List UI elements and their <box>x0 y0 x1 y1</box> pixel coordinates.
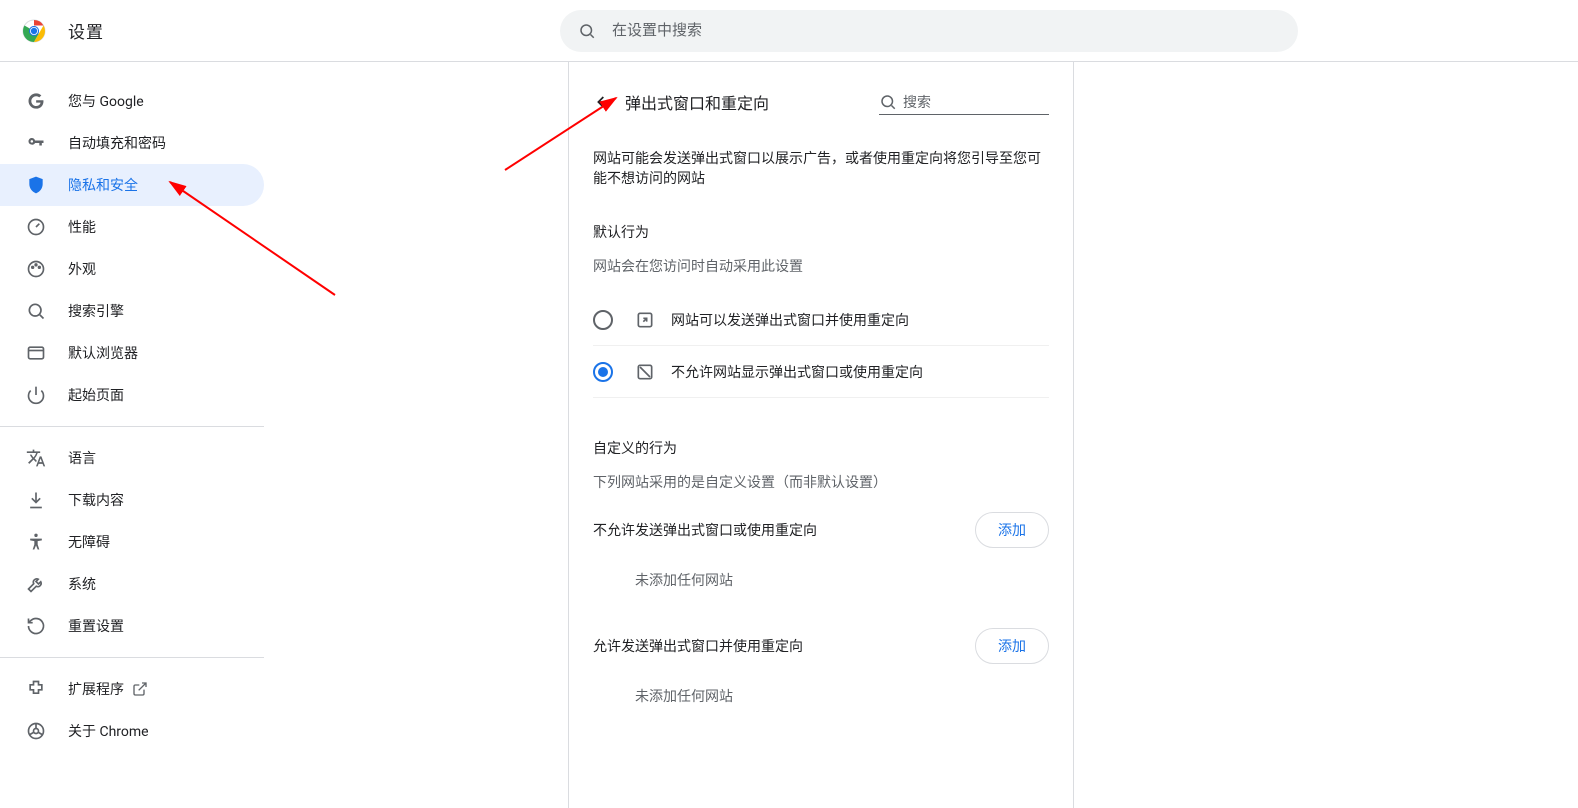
sidebar-item-label: 语言 <box>68 448 96 468</box>
radio-unchecked-icon <box>593 310 613 330</box>
allow-list-title: 允许发送弹出式窗口并使用重定向 <box>593 636 803 656</box>
page-search[interactable] <box>879 90 1049 115</box>
sidebar-item-autofill[interactable]: 自动填充和密码 <box>0 122 264 164</box>
search-icon <box>879 93 897 111</box>
page-title: 弹出式窗口和重定向 <box>625 90 769 114</box>
accessibility-icon <box>26 532 46 552</box>
page-description: 网站可能会发送弹出式窗口以展示广告，或者使用重定向将您引导至您可能不想访问的网站 <box>593 148 1049 188</box>
sidebar-item-reset[interactable]: 重置设置 <box>0 605 264 647</box>
sidebar-item-label: 扩展程序 <box>68 679 124 699</box>
shield-icon <box>26 175 46 195</box>
custom-behavior-title: 自定义的行为 <box>593 438 1049 458</box>
speedometer-icon <box>26 217 46 237</box>
sidebar-item-privacy[interactable]: 隐私和安全 <box>0 164 264 206</box>
sidebar-item-extensions[interactable]: 扩展程序 <box>0 668 264 710</box>
sidebar-item-label: 系统 <box>68 574 96 594</box>
custom-behavior-sub: 下列网站采用的是自定义设置（而非默认设置） <box>593 472 1049 492</box>
sidebar-item-label: 隐私和安全 <box>68 175 138 195</box>
sidebar-item-appearance[interactable]: 外观 <box>0 248 264 290</box>
sidebar-item-on-startup[interactable]: 起始页面 <box>0 374 264 416</box>
radio-block-label: 不允许网站显示弹出式窗口或使用重定向 <box>671 362 923 382</box>
global-search[interactable] <box>560 10 1298 52</box>
sidebar-item-search-engine[interactable]: 搜索引擎 <box>0 290 264 332</box>
sidebar-item-label: 重置设置 <box>68 616 124 636</box>
radio-checked-icon <box>593 362 613 382</box>
add-block-site-button[interactable]: 添加 <box>975 512 1049 548</box>
open-in-new-icon <box>132 681 148 697</box>
palette-icon <box>26 259 46 279</box>
sidebar-item-system[interactable]: 系统 <box>0 563 264 605</box>
sidebar-item-label: 无障碍 <box>68 532 110 552</box>
key-icon <box>26 133 46 153</box>
sidebar-item-label: 搜索引擎 <box>68 301 124 321</box>
main-panel: 弹出式窗口和重定向 网站可能会发送弹出式窗口以展示广告，或者使用重定向将您引导至… <box>569 62 1073 808</box>
default-behavior-sub: 网站会在您访问时自动采用此设置 <box>593 256 1049 276</box>
allow-list-empty: 未添加任何网站 <box>593 664 1049 716</box>
google-g-icon <box>26 91 46 111</box>
app-title: 设置 <box>68 18 104 43</box>
sidebar-item-about[interactable]: 关于 Chrome <box>0 710 264 752</box>
translate-icon <box>26 448 46 468</box>
sidebar-item-label: 性能 <box>68 217 96 237</box>
sidebar-divider <box>0 657 264 658</box>
sidebar-item-label: 关于 Chrome <box>68 721 149 741</box>
browser-icon <box>26 343 46 363</box>
sidebar-item-accessibility[interactable]: 无障碍 <box>0 521 264 563</box>
sidebar-item-label: 下载内容 <box>68 490 124 510</box>
sidebar-item-label: 您与 Google <box>68 91 144 111</box>
block-list-empty: 未添加任何网站 <box>593 548 1049 600</box>
sidebar-item-you-and-google[interactable]: 您与 Google <box>0 80 264 122</box>
sidebar-item-label: 起始页面 <box>68 385 124 405</box>
radio-allow-popups[interactable]: 网站可以发送弹出式窗口并使用重定向 <box>593 294 1049 346</box>
search-icon <box>578 22 596 40</box>
back-button[interactable] <box>587 84 623 120</box>
page-search-input[interactable] <box>903 90 1043 114</box>
topbar: 设置 <box>0 0 1578 62</box>
restore-icon <box>26 616 46 636</box>
sidebar-divider <box>0 426 264 427</box>
radio-block-popups[interactable]: 不允许网站显示弹出式窗口或使用重定向 <box>593 346 1049 398</box>
sidebar-item-label: 默认浏览器 <box>68 343 138 363</box>
extension-icon <box>26 679 46 699</box>
block-list-title: 不允许发送弹出式窗口或使用重定向 <box>593 520 817 540</box>
sidebar-item-performance[interactable]: 性能 <box>0 206 264 248</box>
sidebar-item-label: 自动填充和密码 <box>68 133 166 153</box>
global-search-input[interactable] <box>610 21 1280 40</box>
sidebar-item-languages[interactable]: 语言 <box>0 437 264 479</box>
add-allow-site-button[interactable]: 添加 <box>975 628 1049 664</box>
search-icon <box>26 301 46 321</box>
wrench-icon <box>26 574 46 594</box>
popup-blocked-icon <box>635 362 655 382</box>
chrome-outline-icon <box>26 721 46 741</box>
download-icon <box>26 490 46 510</box>
chrome-logo-icon <box>22 19 46 43</box>
sidebar: 您与 Google 自动填充和密码 隐私和安全 性能 外观 搜索引擎 <box>0 62 280 808</box>
power-icon <box>26 385 46 405</box>
sidebar-item-label: 外观 <box>68 259 96 279</box>
popup-allowed-icon <box>635 310 655 330</box>
sidebar-item-default-browser[interactable]: 默认浏览器 <box>0 332 264 374</box>
default-behavior-title: 默认行为 <box>593 222 1049 242</box>
sidebar-item-downloads[interactable]: 下载内容 <box>0 479 264 521</box>
radio-allow-label: 网站可以发送弹出式窗口并使用重定向 <box>671 310 909 330</box>
